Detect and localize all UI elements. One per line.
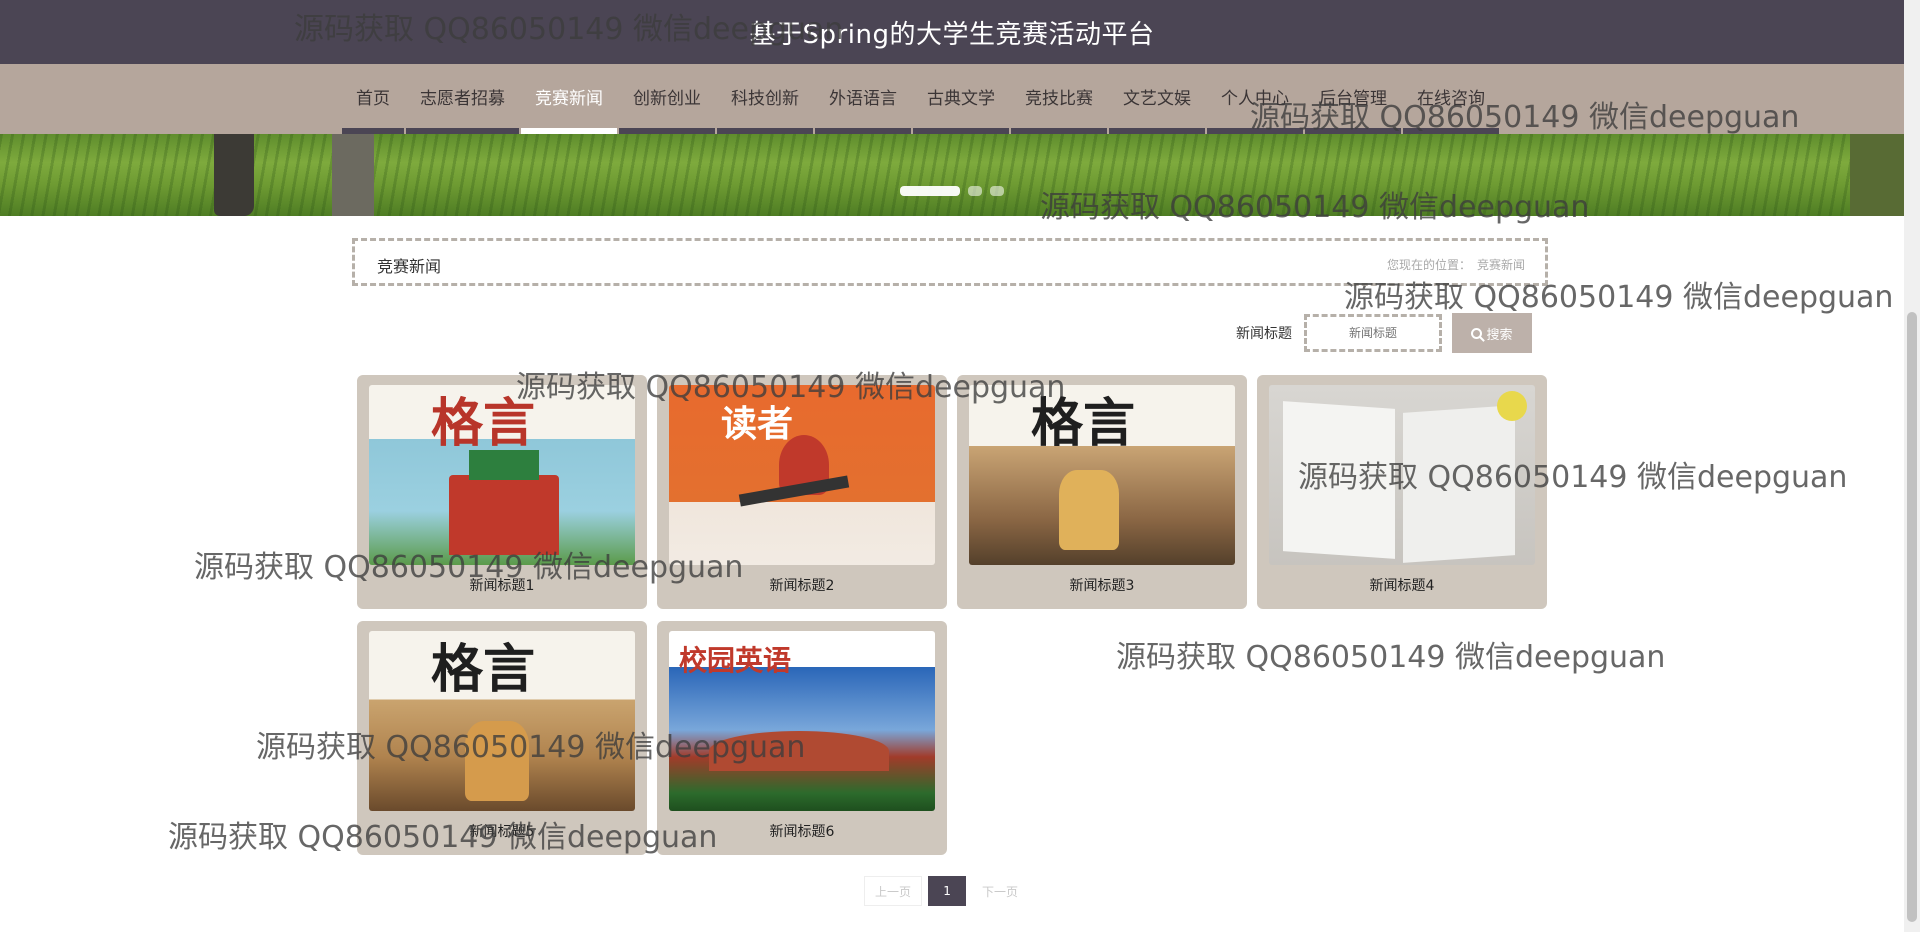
- news-title[interactable]: 新闻标题4: [1257, 575, 1547, 595]
- search-bar: 新闻标题 搜索: [1236, 312, 1532, 354]
- cover-illustration: [1283, 401, 1395, 559]
- cover-illustration: [709, 731, 889, 771]
- news-title[interactable]: 新闻标题1: [357, 575, 647, 595]
- news-cover-image: 格言: [369, 385, 635, 565]
- nav-item-profile[interactable]: 个人中心: [1207, 64, 1303, 134]
- nav-item-label: 竞技比赛: [1025, 88, 1093, 109]
- news-card[interactable]: 新闻标题4: [1257, 375, 1547, 609]
- cover-title: 校园英语: [679, 644, 792, 677]
- tree-trunk: [332, 134, 374, 216]
- banner-carousel: [0, 134, 1904, 216]
- cover-illustration: [465, 721, 529, 801]
- pagination: 上一页 1 下一页: [864, 876, 1029, 906]
- page-title: 竞赛新闻: [377, 257, 442, 276]
- nav-item-label: 文艺文娱: [1123, 88, 1191, 109]
- nav-item-home[interactable]: 首页: [342, 64, 404, 134]
- news-card[interactable]: 格言 新闻标题1: [357, 375, 647, 609]
- cover-title: 格言: [431, 639, 536, 700]
- banner-image: [0, 134, 1904, 216]
- carousel-dot[interactable]: [968, 186, 982, 196]
- search-icon: [1471, 327, 1483, 339]
- news-cover-image: 格言: [369, 631, 635, 811]
- page-number-button[interactable]: 1: [928, 876, 967, 906]
- cover-illustration: [1403, 405, 1515, 563]
- breadcrumb-current[interactable]: 竞赛新闻: [1477, 256, 1525, 273]
- page-scrollbar[interactable]: [1904, 0, 1920, 932]
- tree-trunk: [1850, 134, 1904, 216]
- nav-item-volunteer[interactable]: 志愿者招募: [406, 64, 519, 134]
- site-header: 基于Spring的大学生竞赛活动平台: [0, 0, 1904, 64]
- prev-page-button[interactable]: 上一页: [864, 876, 923, 906]
- cover-illustration: [1059, 470, 1119, 550]
- news-card[interactable]: 读者 新闻标题2: [657, 375, 947, 609]
- search-label: 新闻标题: [1236, 326, 1292, 342]
- tree-trunk: [214, 134, 254, 216]
- scrollbar-thumb[interactable]: [1907, 312, 1917, 922]
- nav-item-label: 竞赛新闻: [535, 88, 603, 109]
- cover-title: 读者: [721, 403, 794, 445]
- news-cover-image: 读者: [669, 385, 935, 565]
- news-card[interactable]: 校园英语 新闻标题6: [657, 621, 947, 855]
- news-card[interactable]: 格言 新闻标题5: [357, 621, 647, 855]
- nav-item-consult[interactable]: 在线咨询: [1403, 64, 1499, 134]
- nav-item-label: 古典文学: [927, 88, 995, 109]
- watermark: 源码获取 QQ86050149 微信deepguan: [1116, 640, 1666, 675]
- news-title[interactable]: 新闻标题6: [657, 821, 947, 841]
- nav-item-label: 后台管理: [1319, 88, 1387, 109]
- nav-item-admin[interactable]: 后台管理: [1305, 64, 1401, 134]
- next-page-button[interactable]: 下一页: [972, 876, 1029, 906]
- cover-title: 格言: [1031, 393, 1136, 454]
- main-nav: 首页 志愿者招募 竞赛新闻 创新创业 科技创新 外语语言 古典文学 竞技比赛 文…: [0, 64, 1904, 134]
- breadcrumb-location: 您现在的位置： 竞赛新闻: [1387, 256, 1525, 273]
- search-button-label: 搜索: [1486, 327, 1513, 343]
- nav-item-competition-news[interactable]: 竞赛新闻: [521, 64, 617, 134]
- cover-illustration: [449, 475, 559, 555]
- nav-item-label: 个人中心: [1221, 88, 1289, 109]
- news-title[interactable]: 新闻标题3: [957, 575, 1247, 595]
- news-cover-image: [1269, 385, 1535, 565]
- news-title[interactable]: 新闻标题5: [357, 821, 647, 841]
- carousel-dot[interactable]: [900, 186, 960, 196]
- site-title: 基于Spring的大学生竞赛活动平台: [749, 19, 1155, 50]
- cover-illustration: [1497, 391, 1527, 421]
- carousel-indicators: [900, 186, 1004, 196]
- nav-item-contest[interactable]: 竞技比赛: [1011, 64, 1107, 134]
- news-card[interactable]: 格言 新闻标题3: [957, 375, 1247, 609]
- news-title[interactable]: 新闻标题2: [657, 575, 947, 595]
- news-cover-image: 格言: [969, 385, 1235, 565]
- nav-items: 首页 志愿者招募 竞赛新闻 创新创业 科技创新 外语语言 古典文学 竞技比赛 文…: [342, 64, 1501, 134]
- cover-illustration: [469, 450, 539, 480]
- nav-item-language[interactable]: 外语语言: [815, 64, 911, 134]
- breadcrumb: 竞赛新闻 您现在的位置： 竞赛新闻: [352, 238, 1548, 286]
- nav-item-label: 志愿者招募: [420, 88, 505, 109]
- nav-item-label: 首页: [356, 88, 390, 109]
- nav-item-tech[interactable]: 科技创新: [717, 64, 813, 134]
- cover-title: 格言: [431, 393, 536, 454]
- nav-item-label: 科技创新: [731, 88, 799, 109]
- nav-item-innovation[interactable]: 创新创业: [619, 64, 715, 134]
- nav-item-arts[interactable]: 文艺文娱: [1109, 64, 1205, 134]
- search-button[interactable]: 搜索: [1452, 313, 1532, 353]
- nav-item-label: 创新创业: [633, 88, 701, 109]
- nav-item-literature[interactable]: 古典文学: [913, 64, 1009, 134]
- nav-item-label: 在线咨询: [1417, 88, 1485, 109]
- news-cover-image: 校园英语: [669, 631, 935, 811]
- breadcrumb-label: 您现在的位置：: [1386, 258, 1471, 272]
- search-input[interactable]: [1304, 314, 1442, 352]
- nav-item-label: 外语语言: [829, 88, 897, 109]
- carousel-dot[interactable]: [990, 186, 1004, 196]
